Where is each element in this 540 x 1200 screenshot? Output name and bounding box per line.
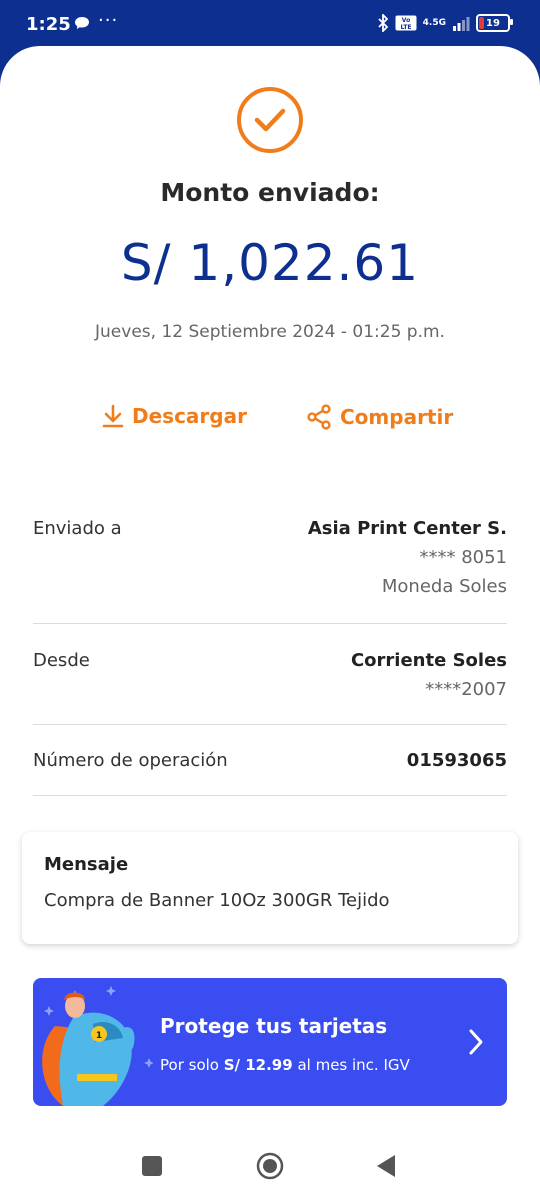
message-text: Compra de Banner 10Oz 300GR Tejido: [44, 890, 390, 911]
detail-row-sent-to: Enviado a Asia Print Center S. **** 8051…: [33, 518, 507, 608]
bluetooth-icon: [378, 14, 388, 32]
sent-amount: S/ 1,022.61: [120, 234, 420, 292]
message-card: Mensaje Compra de Banner 10Oz 300GR Teji…: [22, 832, 518, 944]
share-icon: [307, 404, 331, 430]
share-button[interactable]: Compartir: [306, 404, 453, 430]
sent-to-values: Asia Print Center S. **** 8051 Moneda So…: [308, 518, 507, 597]
chat-bubble-icon: [75, 17, 89, 29]
status-bar: 1:25 ··· Vo LTE 4.5G 19: [0, 0, 540, 52]
receipt-actions: Descargar Compartir: [0, 404, 540, 444]
recipient-name: Asia Print Center S.: [307, 518, 507, 539]
svg-text:Vo: Vo: [401, 17, 409, 24]
download-label: Descargar: [132, 404, 247, 428]
back-icon[interactable]: [376, 1154, 396, 1178]
detail-row-from: Desde Corriente Soles ****2007: [33, 650, 507, 710]
chevron-right-icon: [469, 1029, 483, 1055]
message-title: Mensaje: [44, 854, 129, 875]
promo-subtitle: Por solo S/ 12.99 al mes inc. IGV: [160, 1056, 410, 1074]
status-indicators: Vo LTE 4.5G 19: [377, 14, 513, 32]
source-account-name: Corriente Soles: [350, 650, 507, 671]
recipient-account: **** 8051: [419, 547, 507, 568]
transaction-date: Jueves, 12 Septiembre 2024 - 01:25 p.m.: [95, 322, 445, 342]
status-more-dots: ···: [98, 10, 119, 31]
promo-sub-prefix: Por solo: [160, 1056, 224, 1074]
divider: [33, 623, 507, 624]
svg-text:LTE: LTE: [400, 24, 411, 31]
divider: [33, 795, 507, 796]
from-label: Desde: [33, 650, 90, 671]
share-label: Compartir: [340, 405, 454, 429]
battery-icon: 19: [476, 14, 513, 32]
detail-row-operation: Número de operación 01593065: [33, 750, 507, 780]
volte-icon: Vo LTE: [395, 15, 417, 31]
promo-banner[interactable]: 1 Protege tus tarjetas Por solo S/ 12.99…: [33, 978, 507, 1106]
divider: [33, 724, 507, 725]
home-icon[interactable]: [256, 1152, 284, 1180]
download-icon: [102, 404, 124, 428]
stop-icon[interactable]: [142, 1156, 162, 1176]
check-circle-icon: [237, 87, 303, 153]
promo-sub-suffix: al mes inc. IGV: [292, 1056, 410, 1074]
superhero-illustration: 1: [42, 986, 153, 1106]
promo-price: S/ 12.99: [223, 1056, 293, 1074]
sent-to-label: Enviado a: [33, 518, 122, 539]
source-account-number: ****2007: [425, 679, 507, 700]
promo-title: Protege tus tarjetas: [160, 1014, 388, 1038]
system-nav-bar: [0, 1130, 540, 1200]
operation-values: 01593065: [407, 750, 507, 771]
operation-number: 01593065: [406, 750, 507, 771]
network-type: 4.5G: [422, 17, 446, 28]
signal-icon: [453, 17, 470, 31]
status-time: 1:25: [26, 14, 71, 35]
from-values: Corriente Soles ****2007: [351, 650, 507, 700]
operation-label: Número de operación: [33, 750, 228, 771]
result-title: Monto enviado:: [160, 178, 380, 207]
recipient-currency: Moneda Soles: [381, 576, 507, 597]
svg-text:1: 1: [96, 1031, 102, 1041]
receipt-sheet: Monto enviado: S/ 1,022.61 Jueves, 12 Se…: [0, 46, 540, 1200]
download-button[interactable]: Descargar: [102, 404, 247, 428]
